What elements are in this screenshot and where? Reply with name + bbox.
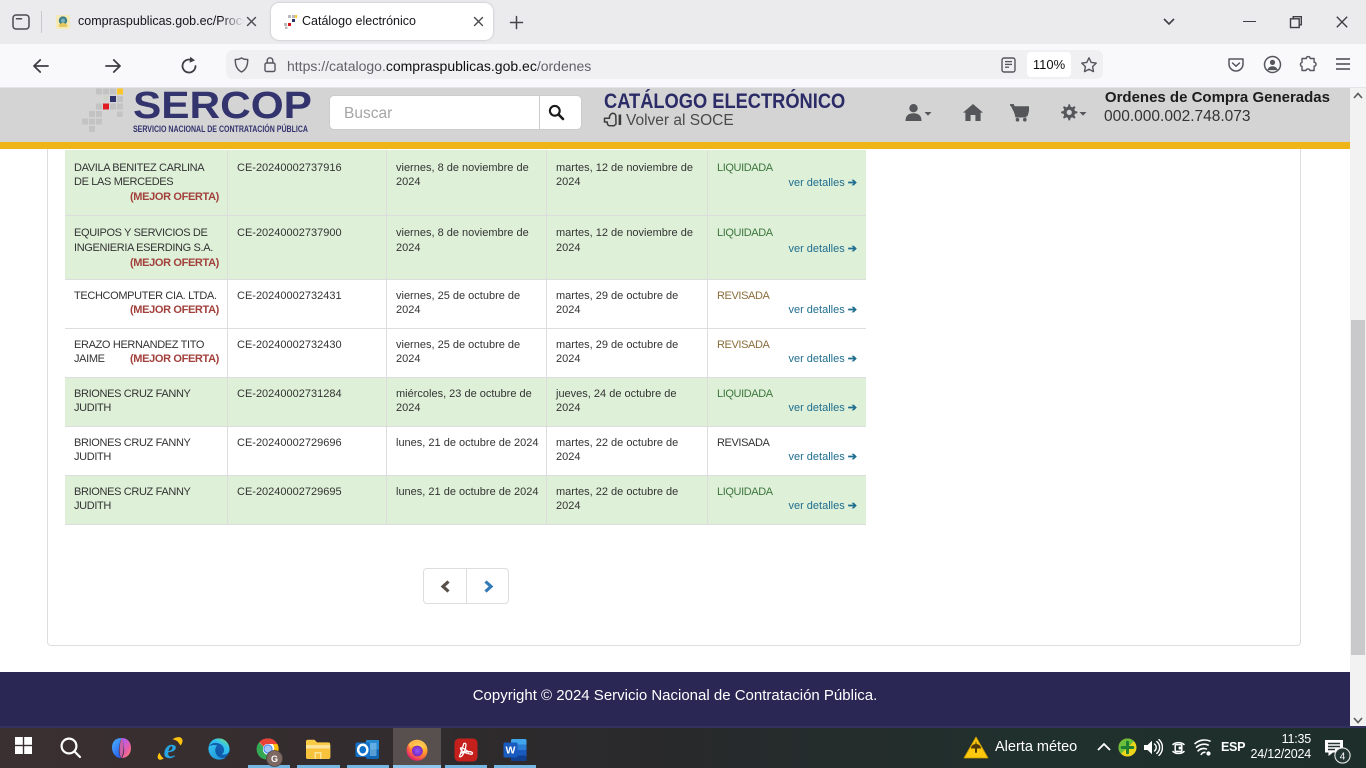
svg-text:4: 4 (1340, 751, 1346, 762)
svg-text:W: W (506, 745, 516, 757)
svg-text:G: G (271, 754, 278, 764)
